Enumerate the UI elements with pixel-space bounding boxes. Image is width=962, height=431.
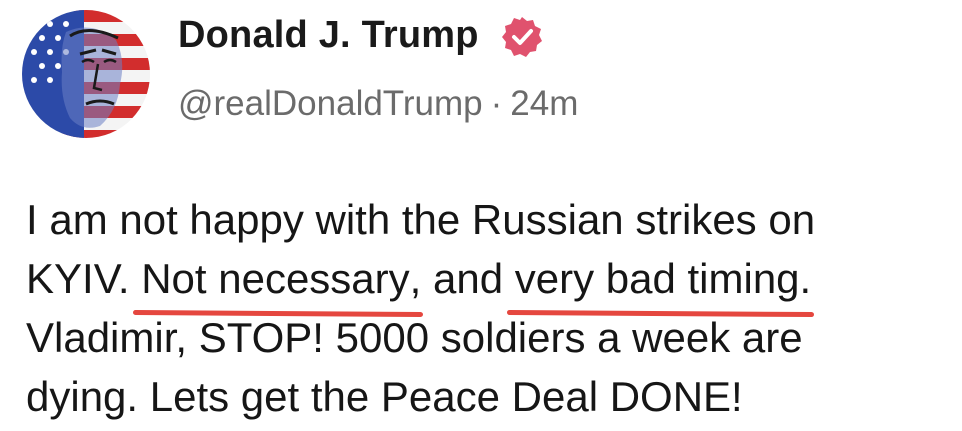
author-handle[interactable]: @realDonaldTrump <box>178 84 483 123</box>
post-line-4: dying. Lets get the Peace Deal DONE! <box>26 373 743 420</box>
post-body: I am not happy with the Russian strikes … <box>26 190 956 426</box>
post-line-2: KYIV. Not necessary, and very bad timing… <box>26 249 956 308</box>
author-name[interactable]: Donald J. Trump <box>178 14 479 57</box>
post-timestamp[interactable]: 24m <box>510 84 578 123</box>
underlined-phrase-very-bad-timing: very bad timing <box>515 249 800 308</box>
underlined-phrase-not-necessary: Not necessary <box>141 249 409 308</box>
author-avatar[interactable] <box>22 10 150 138</box>
post-line-2-middle: , and <box>409 255 515 302</box>
post-line-2-end: . <box>799 255 812 302</box>
verified-badge-icon <box>502 17 542 57</box>
post-line-3: Vladimir, STOP! 5000 soldiers a week are <box>26 314 803 361</box>
post-card: Donald J. Trump @realDonaldTrump · 24m I a… <box>0 0 962 431</box>
flag-portrait-avatar-icon <box>22 10 150 138</box>
post-line-2-start: KYIV. <box>26 255 142 302</box>
post-line-1: I am not happy with the Russian strikes … <box>26 196 816 243</box>
author-meta: @realDonaldTrump · 24m <box>178 84 578 124</box>
meta-separator: · <box>490 84 503 123</box>
